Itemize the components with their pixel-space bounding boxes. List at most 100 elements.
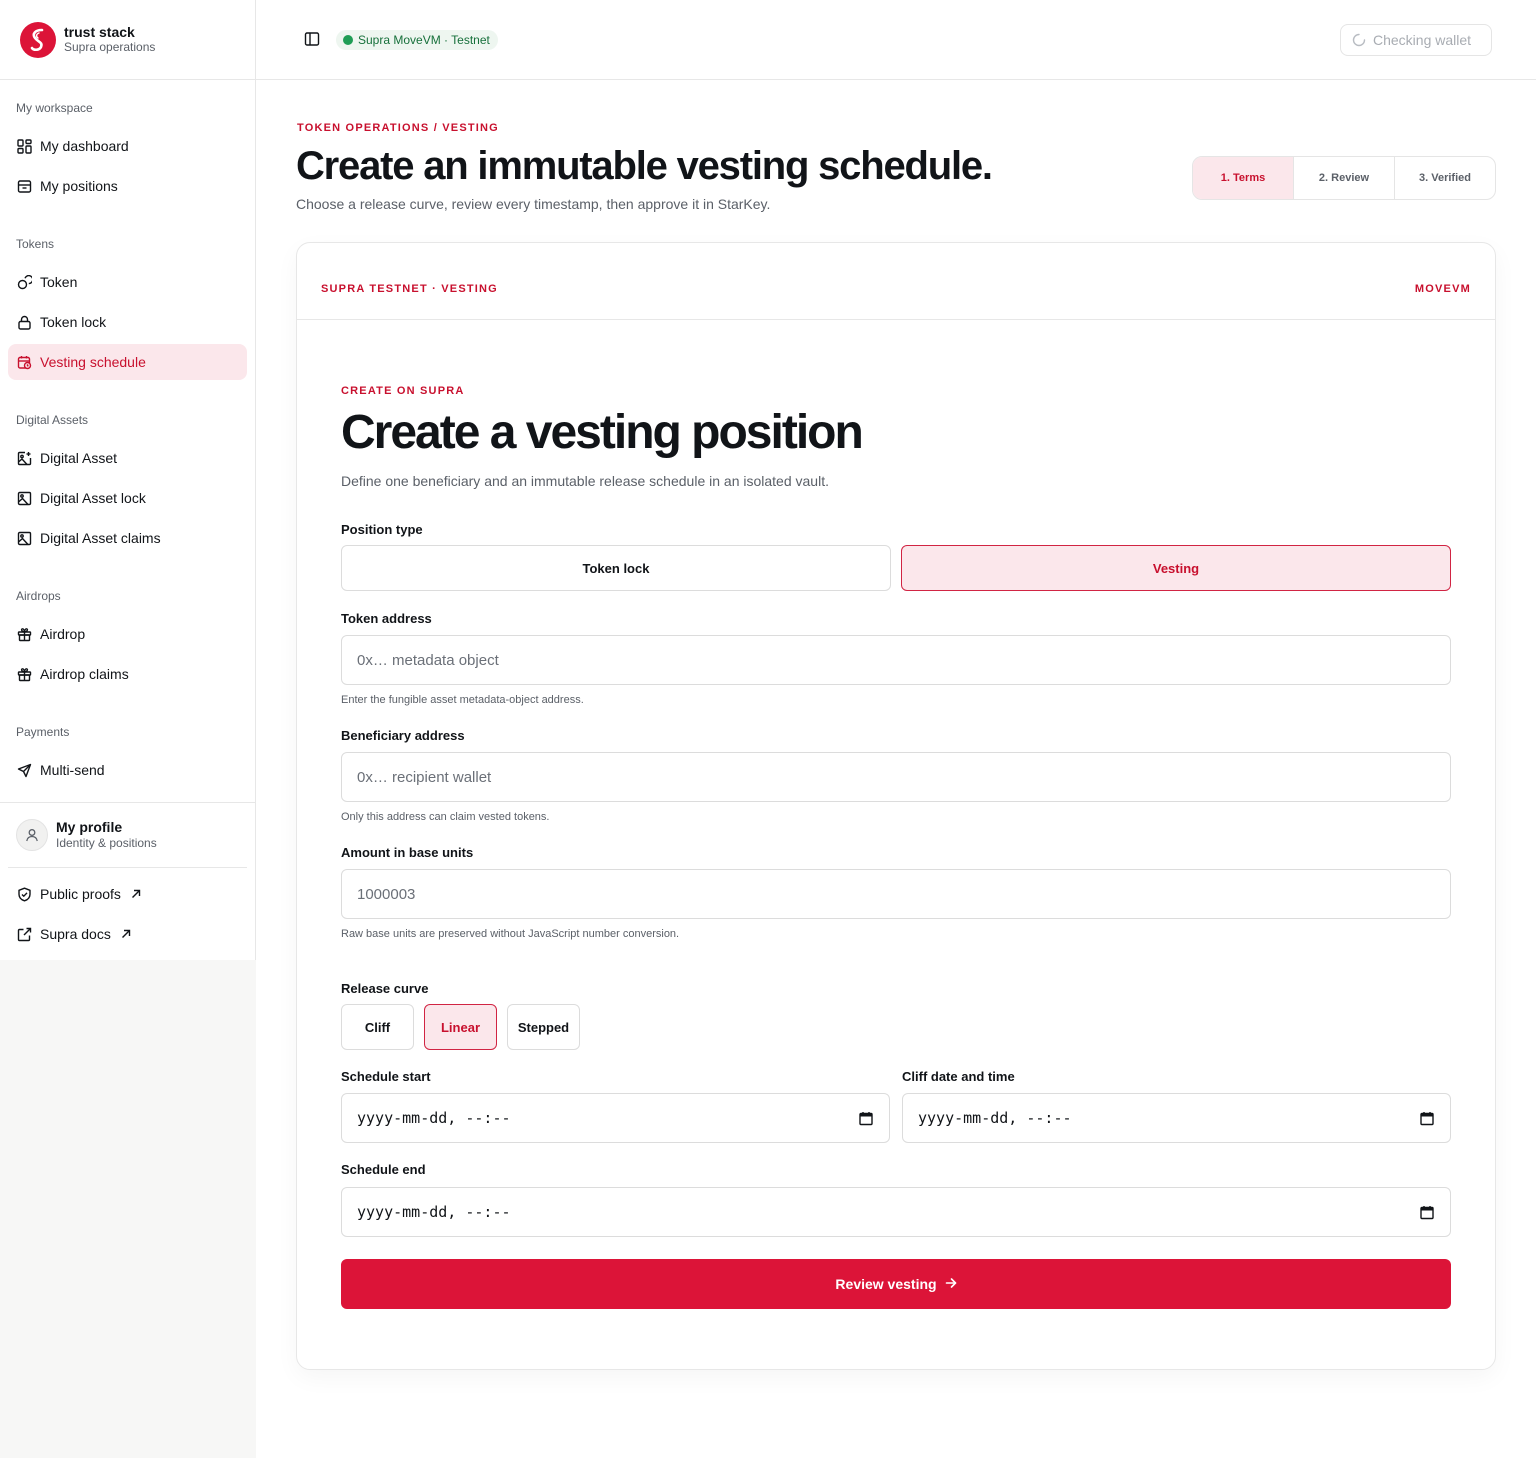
coins-icon xyxy=(16,274,32,290)
schedule-start-label: Schedule start xyxy=(341,1069,431,1084)
release-curve-label: Release curve xyxy=(341,981,429,996)
progress-stepper: 1. Terms 2. Review 3. Verified xyxy=(1192,156,1496,200)
sidebar-item-label: My positions xyxy=(40,178,118,194)
brand[interactable]: trust stack Supra operations xyxy=(0,0,255,80)
step-terms[interactable]: 1. Terms xyxy=(1193,157,1293,199)
cliff-input[interactable]: yyyy-mm-dd, --:-- xyxy=(902,1093,1451,1143)
curve-cliff-button[interactable]: Cliff xyxy=(341,1004,414,1050)
sidebar-item-label: Multi-send xyxy=(40,762,105,778)
profile-button[interactable]: My profile Identity & positions xyxy=(8,812,247,858)
sidebar-item-label: Token lock xyxy=(40,314,107,330)
page-subtitle: Choose a release curve, review every tim… xyxy=(296,196,771,212)
arrow-right-icon xyxy=(945,1276,957,1293)
sidebar-item-airdrop-claims[interactable]: Airdrop claims xyxy=(8,656,247,692)
nav-section-title-tokens: Tokens xyxy=(16,237,55,251)
sidebar-item-label: Vesting schedule xyxy=(40,354,146,370)
schedule-start-input[interactable]: yyyy-mm-dd, --:-- xyxy=(341,1093,890,1143)
beneficiary-label: Beneficiary address xyxy=(341,728,465,743)
image-icon xyxy=(16,490,32,506)
beneficiary-input[interactable] xyxy=(341,752,1451,802)
app-root: trust stack Supra operations My workspac… xyxy=(0,0,1536,1458)
position-type-label: Position type xyxy=(341,522,423,537)
sidebar-item-digital-asset-lock[interactable]: Digital Asset lock xyxy=(8,480,247,516)
brand-name: trust stack xyxy=(64,24,135,40)
network-label: Supra MoveVM · Testnet xyxy=(358,33,490,47)
calendar-clock-icon xyxy=(16,354,32,370)
sidebar-divider xyxy=(0,802,255,803)
position-type-token-lock[interactable]: Token lock xyxy=(341,545,891,591)
sidebar-item-vesting-schedule[interactable]: Vesting schedule xyxy=(8,344,247,380)
profile-subtitle: Identity & positions xyxy=(56,836,157,850)
sidebar-item-multi-send[interactable]: Multi-send xyxy=(8,752,247,788)
chain-label: SUPRA TESTNET · VESTING xyxy=(321,283,498,295)
card-header: SUPRA TESTNET · VESTING MOVEVM xyxy=(297,243,1495,320)
beneficiary-hint: Only this address can claim vested token… xyxy=(341,811,550,823)
sidebar-background xyxy=(0,960,256,1458)
nav-section-title-workspace: My workspace xyxy=(16,101,93,115)
sidebar-link-public-proofs[interactable]: Public proofs xyxy=(8,876,247,912)
cliff-label: Cliff date and time xyxy=(902,1069,1015,1084)
arrow-up-right-icon xyxy=(131,887,141,902)
amount-input[interactable] xyxy=(341,869,1451,919)
sidebar-link-supra-docs[interactable]: Supra docs xyxy=(8,916,247,952)
gift-icon xyxy=(16,666,32,682)
calendar-icon[interactable] xyxy=(1420,1111,1434,1126)
schedule-end-input[interactable]: yyyy-mm-dd, --:-- xyxy=(341,1187,1451,1237)
form-eyebrow: CREATE ON SUPRA xyxy=(341,385,465,397)
network-badge: Supra MoveVM · Testnet xyxy=(336,30,498,50)
image-plus-icon xyxy=(16,450,32,466)
curve-linear-button[interactable]: Linear xyxy=(424,1004,497,1050)
sidebar-item-label: My dashboard xyxy=(40,138,129,154)
position-type-vesting[interactable]: Vesting xyxy=(901,545,1451,591)
shield-check-icon xyxy=(16,886,32,902)
amount-label: Amount in base units xyxy=(341,845,474,860)
sidebar-toggle-icon[interactable] xyxy=(304,31,322,49)
form-title: Create a vesting position xyxy=(341,406,864,459)
curve-stepped-button[interactable]: Stepped xyxy=(507,1004,580,1050)
sidebar-item-label: Digital Asset lock xyxy=(40,490,146,506)
sidebar-item-digital-asset[interactable]: Digital Asset xyxy=(8,440,247,476)
calendar-icon[interactable] xyxy=(859,1111,873,1126)
positions-icon xyxy=(16,178,32,194)
brand-subtitle: Supra operations xyxy=(64,40,156,54)
send-icon xyxy=(16,762,32,778)
sidebar-item-label: Airdrop claims xyxy=(40,666,129,682)
wallet-button[interactable]: Checking wallet xyxy=(1340,24,1492,56)
sidebar-item-label: Digital Asset xyxy=(40,450,118,466)
sidebar-item-label: Digital Asset claims xyxy=(40,530,161,546)
page-eyebrow: TOKEN OPERATIONS / VESTING xyxy=(297,122,499,134)
token-address-input[interactable] xyxy=(341,635,1451,685)
nav-section-title-airdrops: Airdrops xyxy=(16,589,61,603)
arrow-up-right-icon xyxy=(121,927,131,942)
review-vesting-label: Review vesting xyxy=(835,1276,937,1292)
step-review[interactable]: 2. Review xyxy=(1293,157,1394,199)
image-icon xyxy=(16,530,32,546)
sidebar: trust stack Supra operations My workspac… xyxy=(0,0,256,960)
wallet-status: Checking wallet xyxy=(1373,32,1472,48)
sidebar-item-digital-asset-claims[interactable]: Digital Asset claims xyxy=(8,520,247,556)
step-verified[interactable]: 3. Verified xyxy=(1394,157,1495,199)
vm-label: MOVEVM xyxy=(1414,283,1471,295)
sidebar-item-airdrop[interactable]: Airdrop xyxy=(8,616,247,652)
sidebar-item-label: Airdrop xyxy=(40,626,86,642)
topbar: Supra MoveVM · Testnet Checking wallet xyxy=(256,0,1536,80)
status-dot-icon xyxy=(343,35,353,45)
gift-icon xyxy=(16,626,32,642)
sidebar-item-token[interactable]: Token xyxy=(8,264,247,300)
calendar-icon[interactable] xyxy=(1420,1205,1434,1220)
sidebar-item-token-lock[interactable]: Token lock xyxy=(8,304,247,340)
token-address-hint: Enter the fungible asset metadata-object… xyxy=(341,694,584,706)
sidebar-item-my-dashboard[interactable]: My dashboard xyxy=(8,128,247,164)
cliff-value: yyyy-mm-dd, --:-- xyxy=(918,1109,1072,1127)
page-title: Create an immutable vesting schedule. xyxy=(296,144,993,188)
lock-icon xyxy=(16,314,32,330)
schedule-end-value: yyyy-mm-dd, --:-- xyxy=(357,1203,511,1221)
nav-section-title-payments: Payments xyxy=(16,725,70,739)
sidebar-item-label: Supra docs xyxy=(40,926,111,942)
review-vesting-button[interactable]: Review vesting xyxy=(341,1259,1451,1309)
sidebar-divider xyxy=(8,867,247,868)
form-subtitle: Define one beneficiary and an immutable … xyxy=(341,473,829,489)
amount-hint: Raw base units are preserved without Jav… xyxy=(341,928,680,940)
dashboard-icon xyxy=(16,138,32,154)
sidebar-item-my-positions[interactable]: My positions xyxy=(8,168,247,204)
